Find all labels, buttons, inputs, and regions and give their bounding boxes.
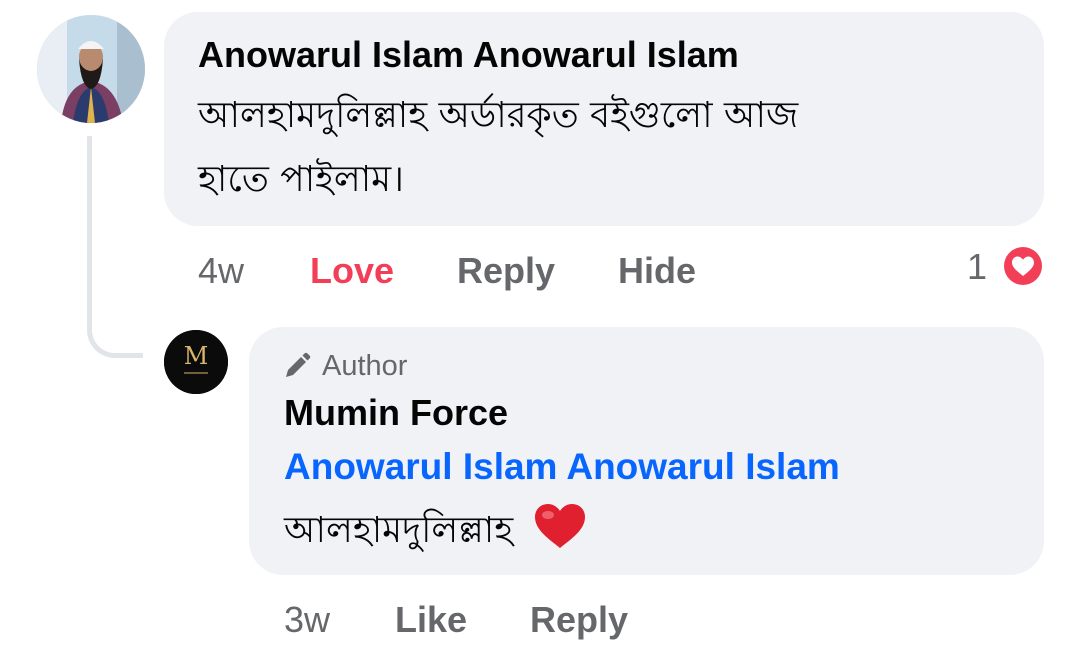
reaction-count[interactable]: 1 — [967, 246, 987, 288]
reply-text-content: আলহামদুলিল্লাহ — [284, 510, 514, 551]
comment-text-line-2: হাতে পাইলাম। — [198, 159, 405, 200]
reply-author-name[interactable]: Mumin Force — [284, 392, 508, 434]
love-reaction-icon[interactable] — [1000, 243, 1046, 289]
comment-timestamp[interactable]: 4w — [198, 250, 244, 292]
thread-connector-line — [87, 136, 143, 358]
red-heart-emoji — [533, 502, 587, 570]
commenter-avatar-image — [37, 15, 145, 123]
reply-text: আলহামদুলিল্লাহ — [284, 500, 587, 570]
reply-button[interactable]: Reply — [457, 250, 555, 292]
like-button[interactable]: Like — [395, 599, 467, 641]
hide-button[interactable]: Hide — [618, 250, 696, 292]
svg-text:M: M — [184, 342, 209, 370]
commenter-avatar[interactable] — [37, 15, 145, 123]
author-badge: Author — [282, 348, 407, 384]
reply-timestamp[interactable]: 3w — [284, 599, 330, 641]
comment-text-line-1: আলহামদুলিল্লাহ অর্ডারকৃত বইগুলো আজ — [198, 95, 799, 136]
pencil-icon — [286, 352, 311, 377]
love-button[interactable]: Love — [310, 250, 394, 292]
mention-link[interactable]: Anowarul Islam Anowarul Islam — [284, 446, 840, 488]
author-badge-label: Author — [322, 349, 408, 382]
page-avatar[interactable]: M — [164, 330, 228, 394]
mumin-force-logo: M — [164, 330, 228, 394]
commenter-name[interactable]: Anowarul Islam Anowarul Islam — [198, 34, 739, 76]
reply-reply-button[interactable]: Reply — [530, 599, 628, 641]
